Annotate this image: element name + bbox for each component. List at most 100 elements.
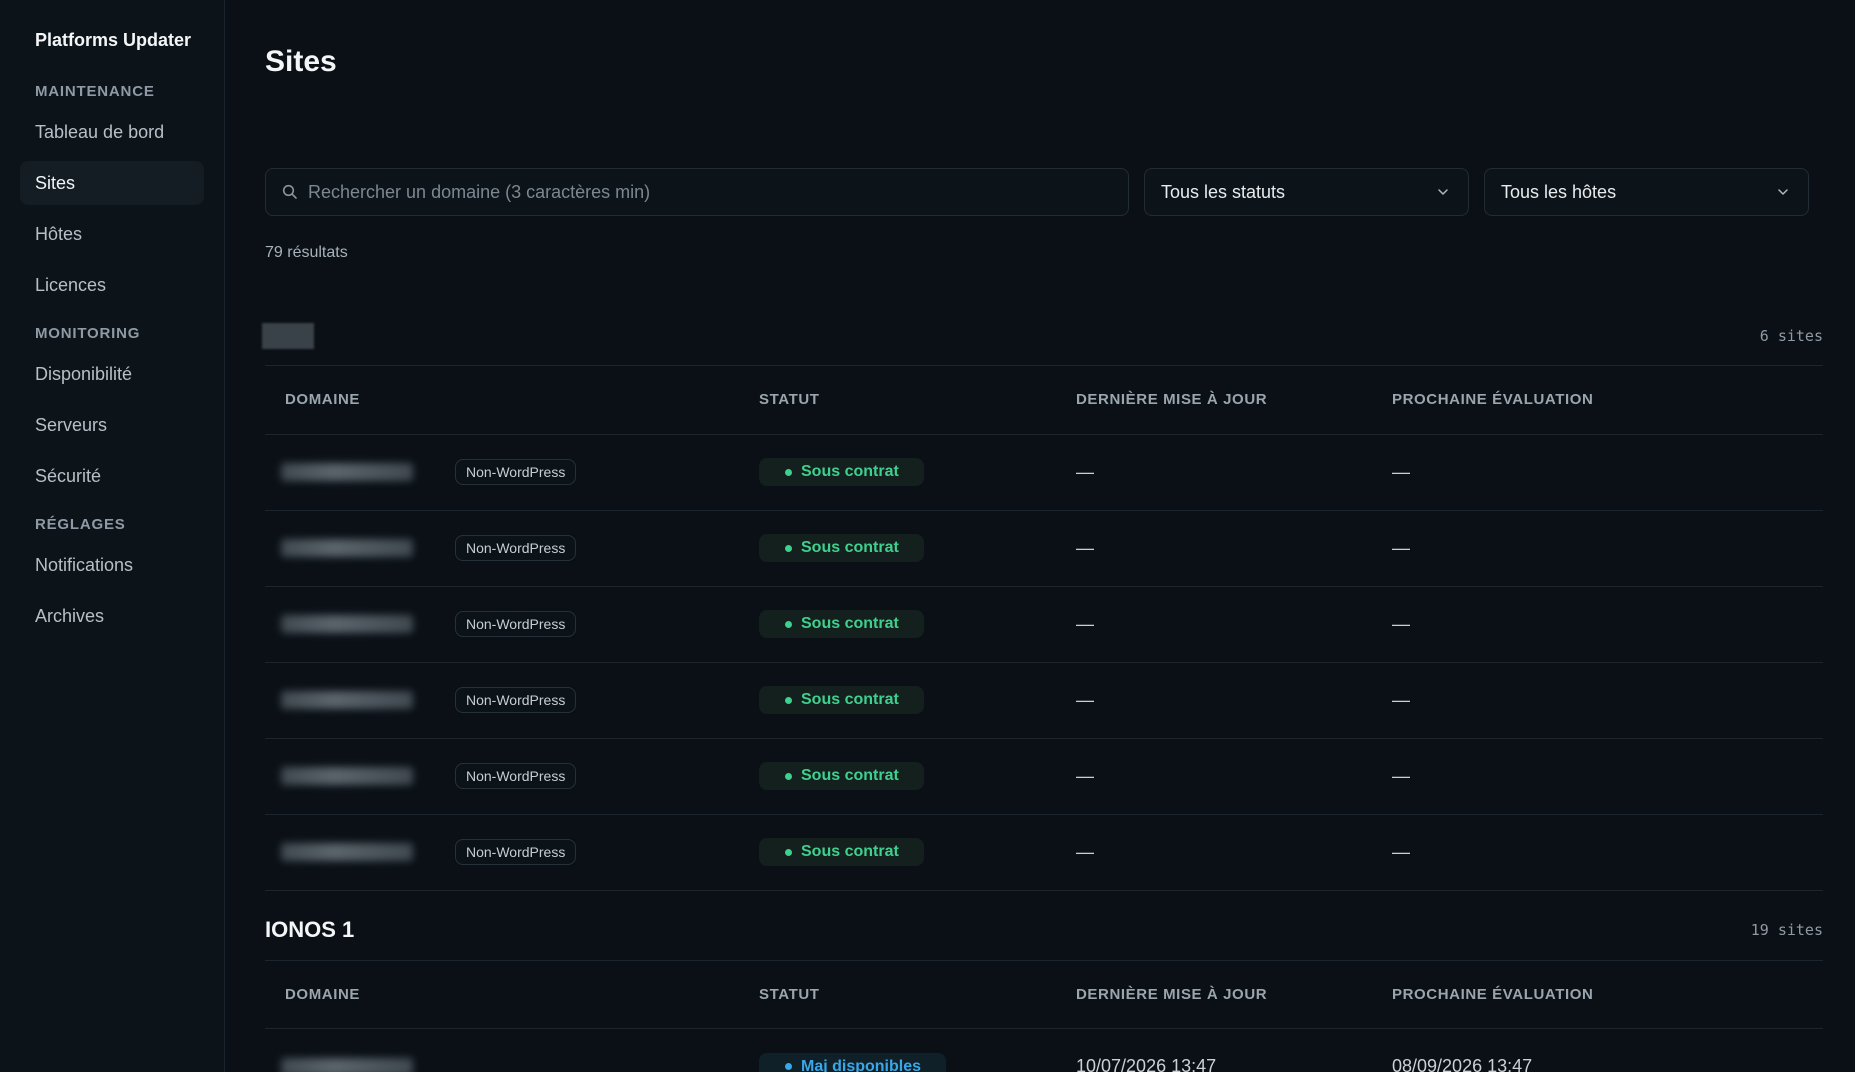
nav-group-monitoring: MONITORING Disponibilité Serveurs Sécuri… xyxy=(20,325,204,498)
sidebar: Platforms Updater MAINTENANCE Tableau de… xyxy=(0,0,225,1072)
status-badge: Sous contrat xyxy=(759,458,924,486)
domain-cell: Non-WordPress xyxy=(265,510,759,587)
domain-wrapper: Non-WordPress xyxy=(281,839,759,865)
next-evaluation-value: — xyxy=(1392,841,1410,862)
group-name-redacted xyxy=(262,322,314,349)
search-input[interactable] xyxy=(308,181,1128,203)
column-header-status[interactable]: STATUT xyxy=(759,366,1076,435)
chevron-down-icon xyxy=(1778,189,1788,195)
status-cell: Sous contrat xyxy=(759,814,1076,891)
last-update-value: — xyxy=(1076,841,1094,862)
sidebar-item-notifications[interactable]: Notifications xyxy=(20,543,204,587)
status-badge: Sous contrat xyxy=(759,686,924,714)
site-type-tag: Non-WordPress xyxy=(455,839,577,865)
group-count: 6 sites xyxy=(1759,326,1823,345)
column-header-domain[interactable]: DOMAINE xyxy=(265,960,759,1029)
status-dot-icon xyxy=(785,848,792,856)
table-row[interactable]: Non-WordPress Sous contrat — — xyxy=(265,814,1823,891)
status-cell: Sous contrat xyxy=(759,434,1076,511)
group-header: 6 sites xyxy=(262,306,1823,366)
next-evaluation-cell: — xyxy=(1392,586,1823,663)
host-select-value: Tous les hôtes xyxy=(1501,181,1617,202)
sidebar-item-archives[interactable]: Archives xyxy=(20,594,204,638)
status-dot-icon xyxy=(785,696,792,704)
status-badge: Sous contrat xyxy=(759,610,924,638)
sidebar-item-dashboard[interactable]: Tableau de bord xyxy=(20,110,204,154)
group-header: IONOS 1 19 sites xyxy=(265,901,1823,961)
status-badge: Sous contrat xyxy=(759,762,924,790)
next-evaluation-cell: — xyxy=(1392,814,1823,891)
domain-wrapper xyxy=(281,1057,759,1072)
table-row[interactable]: Non-WordPress Sous contrat — — xyxy=(265,662,1823,739)
site-type-tag: Non-WordPress xyxy=(455,611,577,637)
page-title: Sites xyxy=(265,45,337,78)
column-header-domain[interactable]: DOMAINE xyxy=(265,366,759,435)
sidebar-item-hosts[interactable]: Hôtes xyxy=(20,212,204,256)
column-header-next-evaluation[interactable]: PROCHAINE ÉVALUATION xyxy=(1392,366,1823,435)
status-dot-icon xyxy=(785,544,792,552)
last-update-value: — xyxy=(1076,461,1094,482)
host-select[interactable]: Tous les hôtes xyxy=(1484,168,1809,216)
column-header-next-evaluation[interactable]: PROCHAINE ÉVALUATION xyxy=(1392,960,1823,1029)
app-title: Platforms Updater xyxy=(35,30,192,50)
domain-redacted[interactable] xyxy=(281,691,413,709)
domain-redacted[interactable] xyxy=(281,1057,413,1072)
next-evaluation-value: 08/09/2026 13:47 xyxy=(1392,1056,1533,1072)
last-update-value: — xyxy=(1076,613,1094,634)
domain-redacted[interactable] xyxy=(281,539,413,557)
last-update-cell: — xyxy=(1076,662,1392,739)
domain-redacted[interactable] xyxy=(281,463,413,481)
next-evaluation-cell: 08/09/2026 13:47 xyxy=(1392,1028,1823,1072)
domain-wrapper: Non-WordPress xyxy=(281,459,759,485)
column-header-last-update[interactable]: DERNIÈRE MISE À JOUR xyxy=(1076,366,1392,435)
section-label-settings: RÉGLAGES xyxy=(35,516,126,533)
domain-redacted[interactable] xyxy=(281,615,413,633)
sidebar-item-licences[interactable]: Licences xyxy=(20,263,204,307)
domain-cell: Non-WordPress xyxy=(265,586,759,663)
column-header-last-update[interactable]: DERNIÈRE MISE À JOUR xyxy=(1076,960,1392,1029)
status-label: Sous contrat xyxy=(801,615,899,632)
domain-redacted[interactable] xyxy=(281,767,413,785)
next-evaluation-value: — xyxy=(1392,537,1410,558)
search-box[interactable] xyxy=(265,168,1129,216)
sidebar-item-sites[interactable]: Sites xyxy=(20,161,204,205)
domain-wrapper: Non-WordPress xyxy=(281,535,759,561)
column-header-status[interactable]: STATUT xyxy=(759,960,1076,1029)
status-badge: Sous contrat xyxy=(759,534,924,562)
last-update-cell: — xyxy=(1076,814,1392,891)
site-type-tag: Non-WordPress xyxy=(455,687,577,713)
last-update-value: — xyxy=(1076,689,1094,710)
status-cell: Maj disponibles xyxy=(759,1028,1076,1072)
filter-bar: Tous les statuts Tous les hôtes xyxy=(265,168,1823,216)
domain-cell: Non-WordPress xyxy=(265,738,759,815)
status-cell: Sous contrat xyxy=(759,738,1076,815)
sidebar-item-availability[interactable]: Disponibilité xyxy=(20,352,204,396)
main-content: Sites Tous les statuts Tous les hôtes xyxy=(225,0,1855,1072)
section-label-monitoring: MONITORING xyxy=(35,325,141,342)
table-row[interactable]: Non-WordPress Sous contrat — — xyxy=(265,586,1823,663)
site-type-tag: Non-WordPress xyxy=(455,459,577,485)
last-update-cell: 10/07/2026 13:47 xyxy=(1076,1028,1392,1072)
table-row[interactable]: Non-WordPress Sous contrat — — xyxy=(265,510,1823,587)
table-row[interactable]: Non-WordPress Sous contrat — — xyxy=(265,434,1823,511)
table-row[interactable]: Maj disponibles 10/07/2026 13:47 08/09/202… xyxy=(265,1028,1823,1072)
search-icon xyxy=(282,184,297,199)
domain-redacted[interactable] xyxy=(281,843,413,861)
host-group: 6 sites DOMAINE STATUT DERNIÈRE MISE À J… xyxy=(262,306,1823,891)
status-select[interactable]: Tous les statuts xyxy=(1144,168,1469,216)
sidebar-item-servers[interactable]: Serveurs xyxy=(20,403,204,447)
table-header-row: DOMAINE STATUT DERNIÈRE MISE À JOUR PROC… xyxy=(265,960,1823,1029)
status-label: Maj disponibles xyxy=(801,1057,922,1072)
table-row[interactable]: Non-WordPress Sous contrat — — xyxy=(265,738,1823,815)
results-count: 79 résultats xyxy=(265,244,348,261)
status-dot-icon xyxy=(785,620,792,628)
sites-table: DOMAINE STATUT DERNIÈRE MISE À JOUR PROC… xyxy=(265,960,1823,1072)
last-update-value: — xyxy=(1076,765,1094,786)
status-label: Sous contrat xyxy=(801,767,899,784)
status-label: Sous contrat xyxy=(801,843,899,860)
next-evaluation-value: — xyxy=(1392,613,1410,634)
status-label: Sous contrat xyxy=(801,691,899,708)
sidebar-item-security[interactable]: Sécurité xyxy=(20,454,204,498)
table-header-row: DOMAINE STATUT DERNIÈRE MISE À JOUR PROC… xyxy=(265,366,1823,435)
next-evaluation-value: — xyxy=(1392,765,1410,786)
